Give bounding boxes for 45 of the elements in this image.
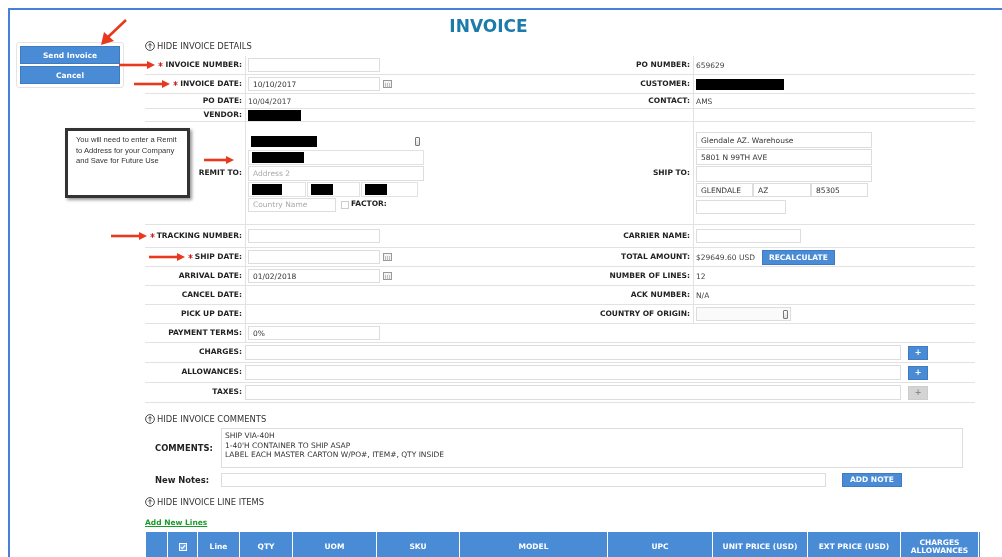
calendar-icon[interactable]	[383, 253, 392, 261]
add-button[interactable]: +	[908, 365, 928, 380]
text-field[interactable]	[696, 229, 801, 243]
vendor-select[interactable]	[248, 134, 422, 149]
address-field[interactable]	[248, 149, 424, 165]
arrow-icon	[204, 155, 234, 164]
add-button[interactable]: +	[908, 345, 928, 360]
text-field[interactable]	[248, 58, 380, 72]
select-all-checkbox[interactable]	[178, 543, 187, 551]
collapse-icon[interactable]	[145, 414, 155, 424]
collapse-icon[interactable]	[145, 41, 155, 51]
caret-icon	[415, 137, 420, 146]
section-toggle[interactable]: HIDE INVOICE LINE ITEMS	[157, 497, 265, 507]
new-notes-field[interactable]	[221, 472, 826, 487]
redaction-bar	[251, 136, 317, 147]
arrow-icon	[134, 80, 171, 88]
text-field[interactable]	[245, 345, 901, 360]
invoice-title: INVOICE	[448, 15, 529, 38]
arrow-icon	[148, 253, 185, 261]
redaction-bar	[365, 183, 387, 195]
date-field[interactable]	[248, 250, 380, 264]
text-field[interactable]	[245, 385, 901, 400]
redaction-bar	[252, 151, 304, 163]
country-field[interactable]	[696, 200, 786, 214]
caret-icon	[783, 309, 788, 319]
redaction-bar	[311, 183, 333, 195]
state-field[interactable]	[307, 181, 360, 197]
collapse-icon[interactable]	[145, 497, 155, 507]
country-select[interactable]	[696, 307, 791, 321]
calendar-icon[interactable]	[383, 80, 392, 88]
zip-field[interactable]	[361, 181, 418, 197]
section-toggle[interactable]: HIDE INVOICE DETAILS	[157, 41, 252, 51]
text-field[interactable]	[245, 365, 901, 380]
redaction-bar	[248, 109, 301, 121]
arrow-icon	[110, 232, 147, 240]
arrow-icon	[119, 61, 156, 69]
new-notes-label: New Notes:	[155, 474, 211, 485]
comments-label: COMMENTS:	[155, 443, 214, 453]
calendar-icon[interactable]	[383, 272, 392, 280]
redaction-bar	[252, 183, 282, 195]
section-toggle[interactable]: HIDE INVOICE COMMENTS	[157, 414, 267, 424]
address-field[interactable]	[696, 166, 872, 182]
factor-checkbox[interactable]	[341, 200, 349, 209]
text-field[interactable]	[248, 229, 380, 243]
city-field[interactable]	[248, 181, 306, 197]
